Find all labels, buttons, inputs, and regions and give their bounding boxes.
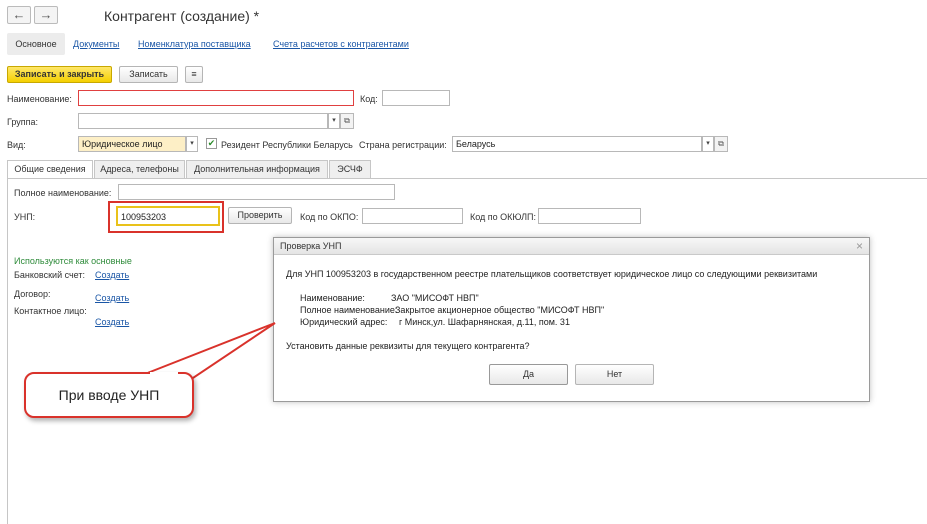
callout-pointer-patch [150,372,178,375]
callout-pointer [147,322,276,390]
callout-bubble: При вводе УНП [24,372,194,418]
callout-text: При вводе УНП [58,387,160,403]
